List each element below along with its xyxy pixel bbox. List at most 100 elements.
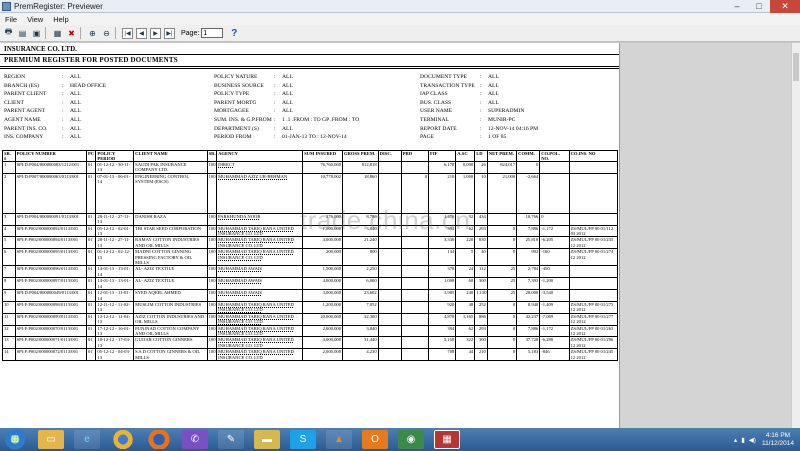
vlc-icon[interactable]: ▲ [326, 430, 352, 449]
table-cell: MUHAMMAD AWAIS [216, 265, 304, 279]
menu-bar: File View Help [0, 13, 800, 25]
column-header: SUM INSURED [302, 150, 343, 162]
table-cell: DIRECT [216, 161, 304, 174]
clock[interactable]: 4:16 PM 11/12/2014 [762, 432, 794, 448]
table-cell: 100 [206, 248, 218, 267]
table-cell: 14-01-13 - 13-01-14 [95, 265, 135, 279]
criteria-value: 1 OF 85 [488, 134, 507, 141]
skype-icon[interactable]: S [290, 430, 316, 449]
prev-page-icon[interactable]: ◀ [136, 27, 147, 39]
table-cell: 24 [455, 265, 476, 279]
criteria-value: ALL [488, 99, 499, 106]
table-cell: 01 [85, 265, 97, 279]
table-row[interactable]: 7 SPI:F:P002/000000096/0113/001 01 14-01-13… [2, 265, 619, 279]
criteria-value: ALL [488, 91, 499, 98]
explorer-icon[interactable]: ▭ [38, 430, 64, 449]
table-cell: -450 [539, 265, 570, 279]
table-cell: MADNI COTTON GINNING PRESSING FACTORY & … [133, 248, 208, 267]
network-icon[interactable]: ▮ [741, 436, 745, 444]
criteria-colon: : [62, 125, 64, 132]
criteria-label: POLICY TYPE [214, 91, 250, 98]
table-cell: 220 [455, 236, 476, 250]
table-cell [377, 348, 402, 361]
premregister-icon[interactable]: ▦ [434, 430, 460, 449]
table-cell: 5,158 [428, 336, 457, 350]
table-row[interactable]: 8 SPI:F:P002/000000097/0113/001 01 14-01-13… [2, 277, 619, 291]
print-icon[interactable]: 🖶 [3, 27, 14, 39]
tray-arrow-icon[interactable]: ▴ [734, 436, 737, 444]
table-cell: 32,300 [341, 312, 379, 326]
chrome-icon[interactable] [110, 430, 136, 449]
table-row[interactable]: 9 SPI:D:P004/000000049/0113/001 01 12-01-13… [2, 289, 619, 302]
menu-file[interactable]: File [0, 15, 22, 24]
toolbar-divider [45, 27, 46, 39]
print-setup-icon[interactable]: ▤ [17, 28, 28, 39]
app-pencil-icon[interactable]: ✎ [218, 430, 244, 449]
table-cell: 4,000,000 [302, 336, 343, 350]
start-button[interactable]: ⊞ [2, 429, 28, 450]
close-button[interactable]: ✕ [770, 0, 800, 13]
table-cell: 28-11-12 - 27-11-13 [95, 212, 135, 226]
save-icon[interactable]: ▣ [31, 28, 42, 39]
table-cell [400, 277, 430, 291]
minimize-button[interactable]: – [726, 0, 748, 13]
zoom-out-icon[interactable]: ⊖ [101, 28, 112, 39]
table-row[interactable]: 12 SPI:F:P002/000000070/0113/001 01 17-12-1… [2, 324, 619, 338]
help-icon[interactable]: ? [231, 28, 237, 39]
table-cell [400, 289, 430, 302]
menu-help[interactable]: Help [48, 15, 73, 24]
table-cell: 1,008 [428, 277, 457, 291]
close-report-icon[interactable]: ✖ [66, 28, 77, 39]
table-cell [377, 248, 402, 267]
table-row[interactable]: 1 SPI:D:P004/000000083/1212/001 01 01-12-12… [2, 161, 619, 174]
office-icon[interactable]: O [362, 430, 388, 449]
table-cell: 01-12-12 - 02-12-13 [95, 248, 135, 267]
table-row[interactable]: 11 SPI:F:P002/000000099/0113/001 01 12-12-1… [2, 312, 619, 326]
page-label: Page: [181, 29, 200, 37]
table-row[interactable]: 14 SPI:F:P002/000000072/0113/001 01 05-12-1… [2, 348, 619, 361]
report-viewer: INSURANCE CO. LTD. PREMIUM REGISTER FOR … [0, 43, 791, 428]
table-cell: 1 [2, 161, 16, 174]
last-page-icon[interactable]: ▶| [164, 27, 175, 39]
table-cell [400, 324, 430, 338]
table-cell: MUHAMMAD TARIQ RANA UNITED INSURANCE CO.… [216, 336, 304, 350]
table-cell: 800 [341, 248, 379, 267]
table-cell: 48 [455, 300, 476, 314]
table-cell: 01-12-12 - 30-11-13 [95, 161, 135, 174]
ie-icon[interactable]: e [74, 430, 100, 449]
table-cell: 3,985 [428, 289, 457, 302]
menu-view[interactable]: View [22, 15, 48, 24]
maximize-button[interactable]: □ [748, 0, 770, 13]
table-cell: 12-12-12 - 11-04-13 [95, 312, 135, 326]
table-cell: S.S.D COTTON GINNERS & OIL MILLS [133, 348, 208, 361]
table-cell: SPI:F:P002/000000072/0113/001 [14, 348, 87, 361]
criteria-row: BUSINESS SOURCE: ALL [214, 82, 359, 91]
table-cell [377, 324, 402, 338]
table-cell: SPI:F:P002/000000092/0113/001 [14, 224, 87, 238]
first-page-icon[interactable]: |◀ [122, 27, 133, 39]
firefox-icon[interactable] [146, 430, 172, 449]
table-row[interactable]: 13 SPI:F:P002/000000071/0113/001 01 18-12-1… [2, 336, 619, 350]
table-cell: ZS/MUL/FP 00 01/296 12 2012 [568, 336, 619, 350]
media-icon[interactable]: ◉ [398, 430, 424, 449]
table-cell: 240 [455, 289, 476, 302]
viber-icon[interactable]: ✆ [182, 430, 208, 449]
volume-icon[interactable]: ◀) [749, 436, 756, 444]
table-row[interactable]: 5 SPI:F:P002/000000094/0113/001 01 28-11-12… [2, 236, 619, 250]
export-icon[interactable]: ▦ [52, 28, 63, 39]
table-cell: 01 [85, 248, 97, 267]
next-page-icon[interactable]: ▶ [150, 27, 161, 39]
scrollbar-thumb[interactable] [793, 53, 799, 81]
zoom-in-icon[interactable]: ⊕ [87, 28, 98, 39]
table-row[interactable]: 6 SPI:F:P002/000000095/0113/001 01 01-12-12… [2, 248, 619, 267]
table-cell: SYED AQEEL AHMED [133, 289, 208, 302]
table-cell: 01 [85, 277, 97, 291]
table-row[interactable]: 10 SPI:F:P002/000000098/0113/001 01 12-11-1… [2, 300, 619, 314]
table-cell: 1,130 [474, 289, 488, 302]
table-cell: 708 [428, 348, 457, 361]
folder-icon[interactable]: ▬ [254, 430, 280, 449]
table-cell: ZS/MUL/FP 00 01/275 12 2012 [568, 300, 619, 314]
vertical-scrollbar[interactable] [791, 43, 800, 428]
table-cell [400, 161, 430, 174]
page-input[interactable]: 1 [201, 28, 224, 38]
